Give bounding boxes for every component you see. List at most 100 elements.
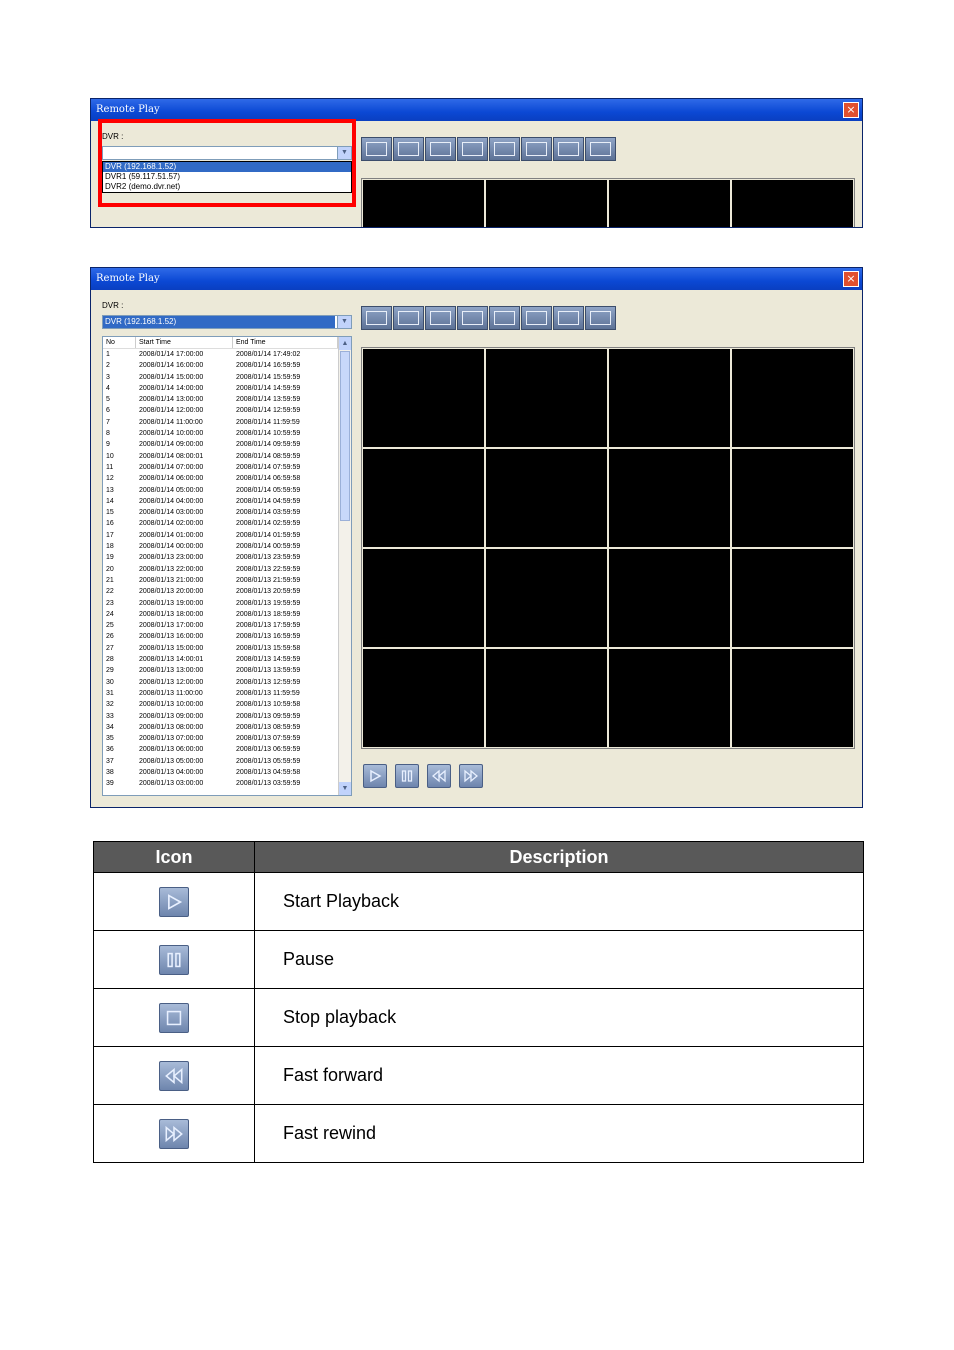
layout-button[interactable] (425, 137, 456, 161)
video-cell[interactable] (363, 549, 484, 647)
table-row[interactable]: 10 2008/01/14 08:00:01 2008/01/14 08:59:59 (103, 451, 351, 462)
table-row[interactable]: 15 2008/01/14 03:00:00 2008/01/14 03:59:59 (103, 507, 351, 518)
video-cell[interactable] (486, 349, 607, 447)
scrollbar[interactable]: ▲ ▼ (338, 337, 351, 795)
window-title: Remote Play (96, 104, 160, 115)
table-row[interactable]: 38 2008/01/13 04:00:00 2008/01/13 04:59:58 (103, 767, 351, 778)
column-header[interactable]: No (103, 337, 136, 348)
row-number: 10 (106, 452, 114, 460)
table-row[interactable]: 36 2008/01/13 06:00:00 2008/01/13 06:59:59 (103, 744, 351, 755)
layout-button[interactable] (425, 306, 456, 330)
table-row[interactable]: 18 2008/01/14 00:00:00 2008/01/14 00:59:59 (103, 541, 351, 552)
layout-button[interactable] (361, 137, 392, 161)
dvr-select[interactable]: DVR (192.168.1.52) ▼ (102, 315, 352, 329)
table-row[interactable]: 2 2008/01/14 16:00:00 2008/01/14 16:59:59 (103, 360, 351, 371)
table-row[interactable]: 26 2008/01/13 16:00:00 2008/01/13 16:59:59 (103, 631, 351, 642)
table-row[interactable]: 39 2008/01/13 03:00:00 2008/01/13 03:59:59 (103, 778, 351, 789)
video-cell[interactable] (363, 649, 484, 747)
table-row[interactable]: 17 2008/01/14 01:00:00 2008/01/14 01:59:59 (103, 530, 351, 541)
table-row[interactable]: 13 2008/01/14 05:00:00 2008/01/14 05:59:59 (103, 485, 351, 496)
start-time: 2008/01/14 10:00:00 (139, 430, 204, 438)
layout-button[interactable] (585, 306, 616, 330)
scroll-thumb[interactable] (340, 351, 350, 521)
close-button[interactable]: × (843, 102, 859, 118)
table-row[interactable]: 30 2008/01/13 12:00:00 2008/01/13 12:59:59 (103, 677, 351, 688)
video-cell[interactable] (609, 649, 730, 747)
table-row[interactable]: 7 2008/01/14 11:00:00 2008/01/14 11:59:59 (103, 417, 351, 428)
close-button[interactable]: × (843, 271, 859, 287)
video-cell[interactable] (363, 449, 484, 547)
video-cell[interactable] (609, 449, 730, 547)
stop-icon (159, 1002, 189, 1033)
video-cell[interactable] (363, 180, 484, 227)
table-row[interactable]: 27 2008/01/13 15:00:00 2008/01/13 15:59:58 (103, 643, 351, 654)
table-row[interactable]: 37 2008/01/13 05:00:00 2008/01/13 05:59:59 (103, 756, 351, 767)
table-row[interactable]: 19 2008/01/13 23:00:00 2008/01/13 23:59:59 (103, 552, 351, 563)
layout-button[interactable] (457, 306, 488, 330)
table-row[interactable]: 4 2008/01/14 14:00:00 2008/01/14 14:59:59 (103, 383, 351, 394)
table-row[interactable]: 12 2008/01/14 06:00:00 2008/01/14 06:59:58 (103, 473, 351, 484)
table-row[interactable]: 35 2008/01/13 07:00:00 2008/01/13 07:59:59 (103, 733, 351, 744)
table-row[interactable]: 24 2008/01/13 18:00:00 2008/01/13 18:59:59 (103, 609, 351, 620)
layout-button[interactable] (457, 137, 488, 161)
video-cell[interactable] (486, 649, 607, 747)
column-header[interactable]: Start Time (136, 337, 233, 348)
layout-button[interactable] (585, 137, 616, 161)
start-time: 2008/01/14 01:00:00 (139, 531, 204, 539)
table-row[interactable]: 28 2008/01/13 14:00:01 2008/01/13 14:59:59 (103, 654, 351, 665)
table-row[interactable]: 1 2008/01/14 17:00:00 2008/01/14 17:49:02 (103, 349, 351, 360)
video-cell[interactable] (732, 180, 853, 227)
table-row[interactable]: 5 2008/01/14 13:00:00 2008/01/14 13:59:59 (103, 394, 351, 405)
table-row[interactable]: 8 2008/01/14 10:00:00 2008/01/14 10:59:59 (103, 428, 351, 439)
layout-button[interactable] (489, 137, 520, 161)
chevron-down-icon[interactable]: ▼ (337, 316, 351, 328)
table-row[interactable]: 9 2008/01/14 09:00:00 2008/01/14 09:59:59 (103, 439, 351, 450)
end-time: 2008/01/13 23:59:59 (236, 554, 301, 562)
scroll-down-icon[interactable]: ▼ (339, 782, 351, 795)
layout-button[interactable] (489, 306, 520, 330)
layout-button[interactable] (521, 137, 552, 161)
table-row[interactable]: 22 2008/01/13 20:00:00 2008/01/13 20:59:59 (103, 586, 351, 597)
row-number: 14 (106, 497, 114, 505)
video-cell[interactable] (609, 349, 730, 447)
video-cell[interactable] (363, 349, 484, 447)
table-row[interactable]: 31 2008/01/13 11:00:00 2008/01/13 11:59:59 (103, 688, 351, 699)
video-cell[interactable] (486, 449, 607, 547)
layout-button[interactable] (393, 306, 424, 330)
table-row[interactable]: 34 2008/01/13 08:00:00 2008/01/13 08:59:59 (103, 722, 351, 733)
video-cell[interactable] (732, 549, 853, 647)
table-row[interactable]: 29 2008/01/13 13:00:00 2008/01/13 13:59:59 (103, 665, 351, 676)
pause-button[interactable] (395, 764, 419, 788)
table-row[interactable]: 14 2008/01/14 04:00:00 2008/01/14 04:59:59 (103, 496, 351, 507)
end-time: 2008/01/13 09:59:59 (236, 712, 301, 720)
video-cell[interactable] (609, 549, 730, 647)
table-row[interactable]: 23 2008/01/13 19:00:00 2008/01/13 19:59:59 (103, 598, 351, 609)
video-cell[interactable] (732, 649, 853, 747)
layout-button[interactable] (393, 137, 424, 161)
table-row[interactable]: 3 2008/01/14 15:00:00 2008/01/14 15:59:59 (103, 372, 351, 383)
video-cell[interactable] (732, 449, 853, 547)
layout-button[interactable] (553, 137, 584, 161)
layout-button[interactable] (361, 306, 392, 330)
column-header[interactable]: End Time (233, 337, 338, 348)
play-button[interactable] (363, 764, 387, 788)
dvr-select-value: DVR (192.168.1.52) (103, 316, 335, 328)
layout-button[interactable] (553, 306, 584, 330)
table-row[interactable]: 21 2008/01/13 21:00:00 2008/01/13 21:59:59 (103, 575, 351, 586)
fast-forward-button[interactable] (427, 764, 451, 788)
scroll-up-icon[interactable]: ▲ (339, 337, 351, 350)
table-row[interactable]: 11 2008/01/14 07:00:00 2008/01/14 07:59:59 (103, 462, 351, 473)
table-row[interactable]: 16 2008/01/14 02:00:00 2008/01/14 02:59:59 (103, 518, 351, 529)
fast-rewind-button[interactable] (459, 764, 483, 788)
table-row[interactable]: 6 2008/01/14 12:00:00 2008/01/14 12:59:59 (103, 405, 351, 416)
video-cell[interactable] (486, 549, 607, 647)
video-cell[interactable] (732, 349, 853, 447)
table-row: Start Playback (93, 872, 864, 931)
video-cell[interactable] (486, 180, 607, 227)
table-row[interactable]: 25 2008/01/13 17:00:00 2008/01/13 17:59:59 (103, 620, 351, 631)
table-row[interactable]: 33 2008/01/13 09:00:00 2008/01/13 09:59:59 (103, 711, 351, 722)
layout-button[interactable] (521, 306, 552, 330)
table-row[interactable]: 32 2008/01/13 10:00:00 2008/01/13 10:59:58 (103, 699, 351, 710)
table-row[interactable]: 20 2008/01/13 22:00:00 2008/01/13 22:59:59 (103, 564, 351, 575)
video-cell[interactable] (609, 180, 730, 227)
